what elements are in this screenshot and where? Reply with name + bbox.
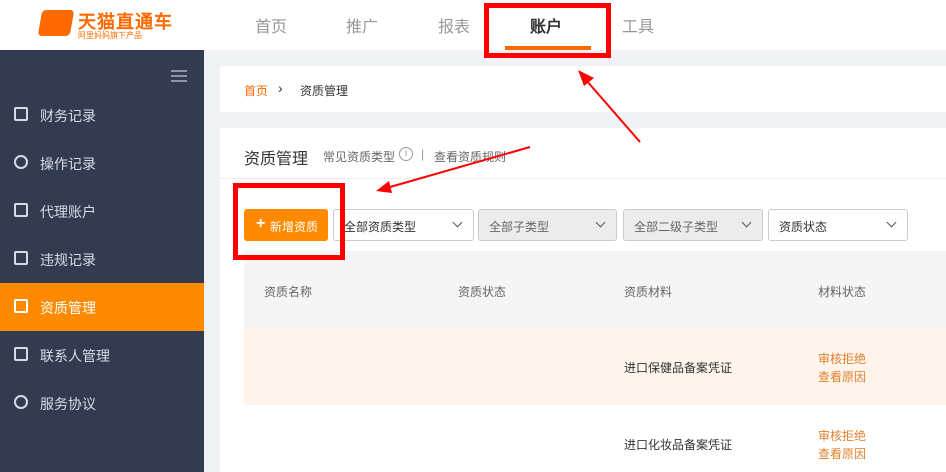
- annotation-arrows: [376, 70, 641, 193]
